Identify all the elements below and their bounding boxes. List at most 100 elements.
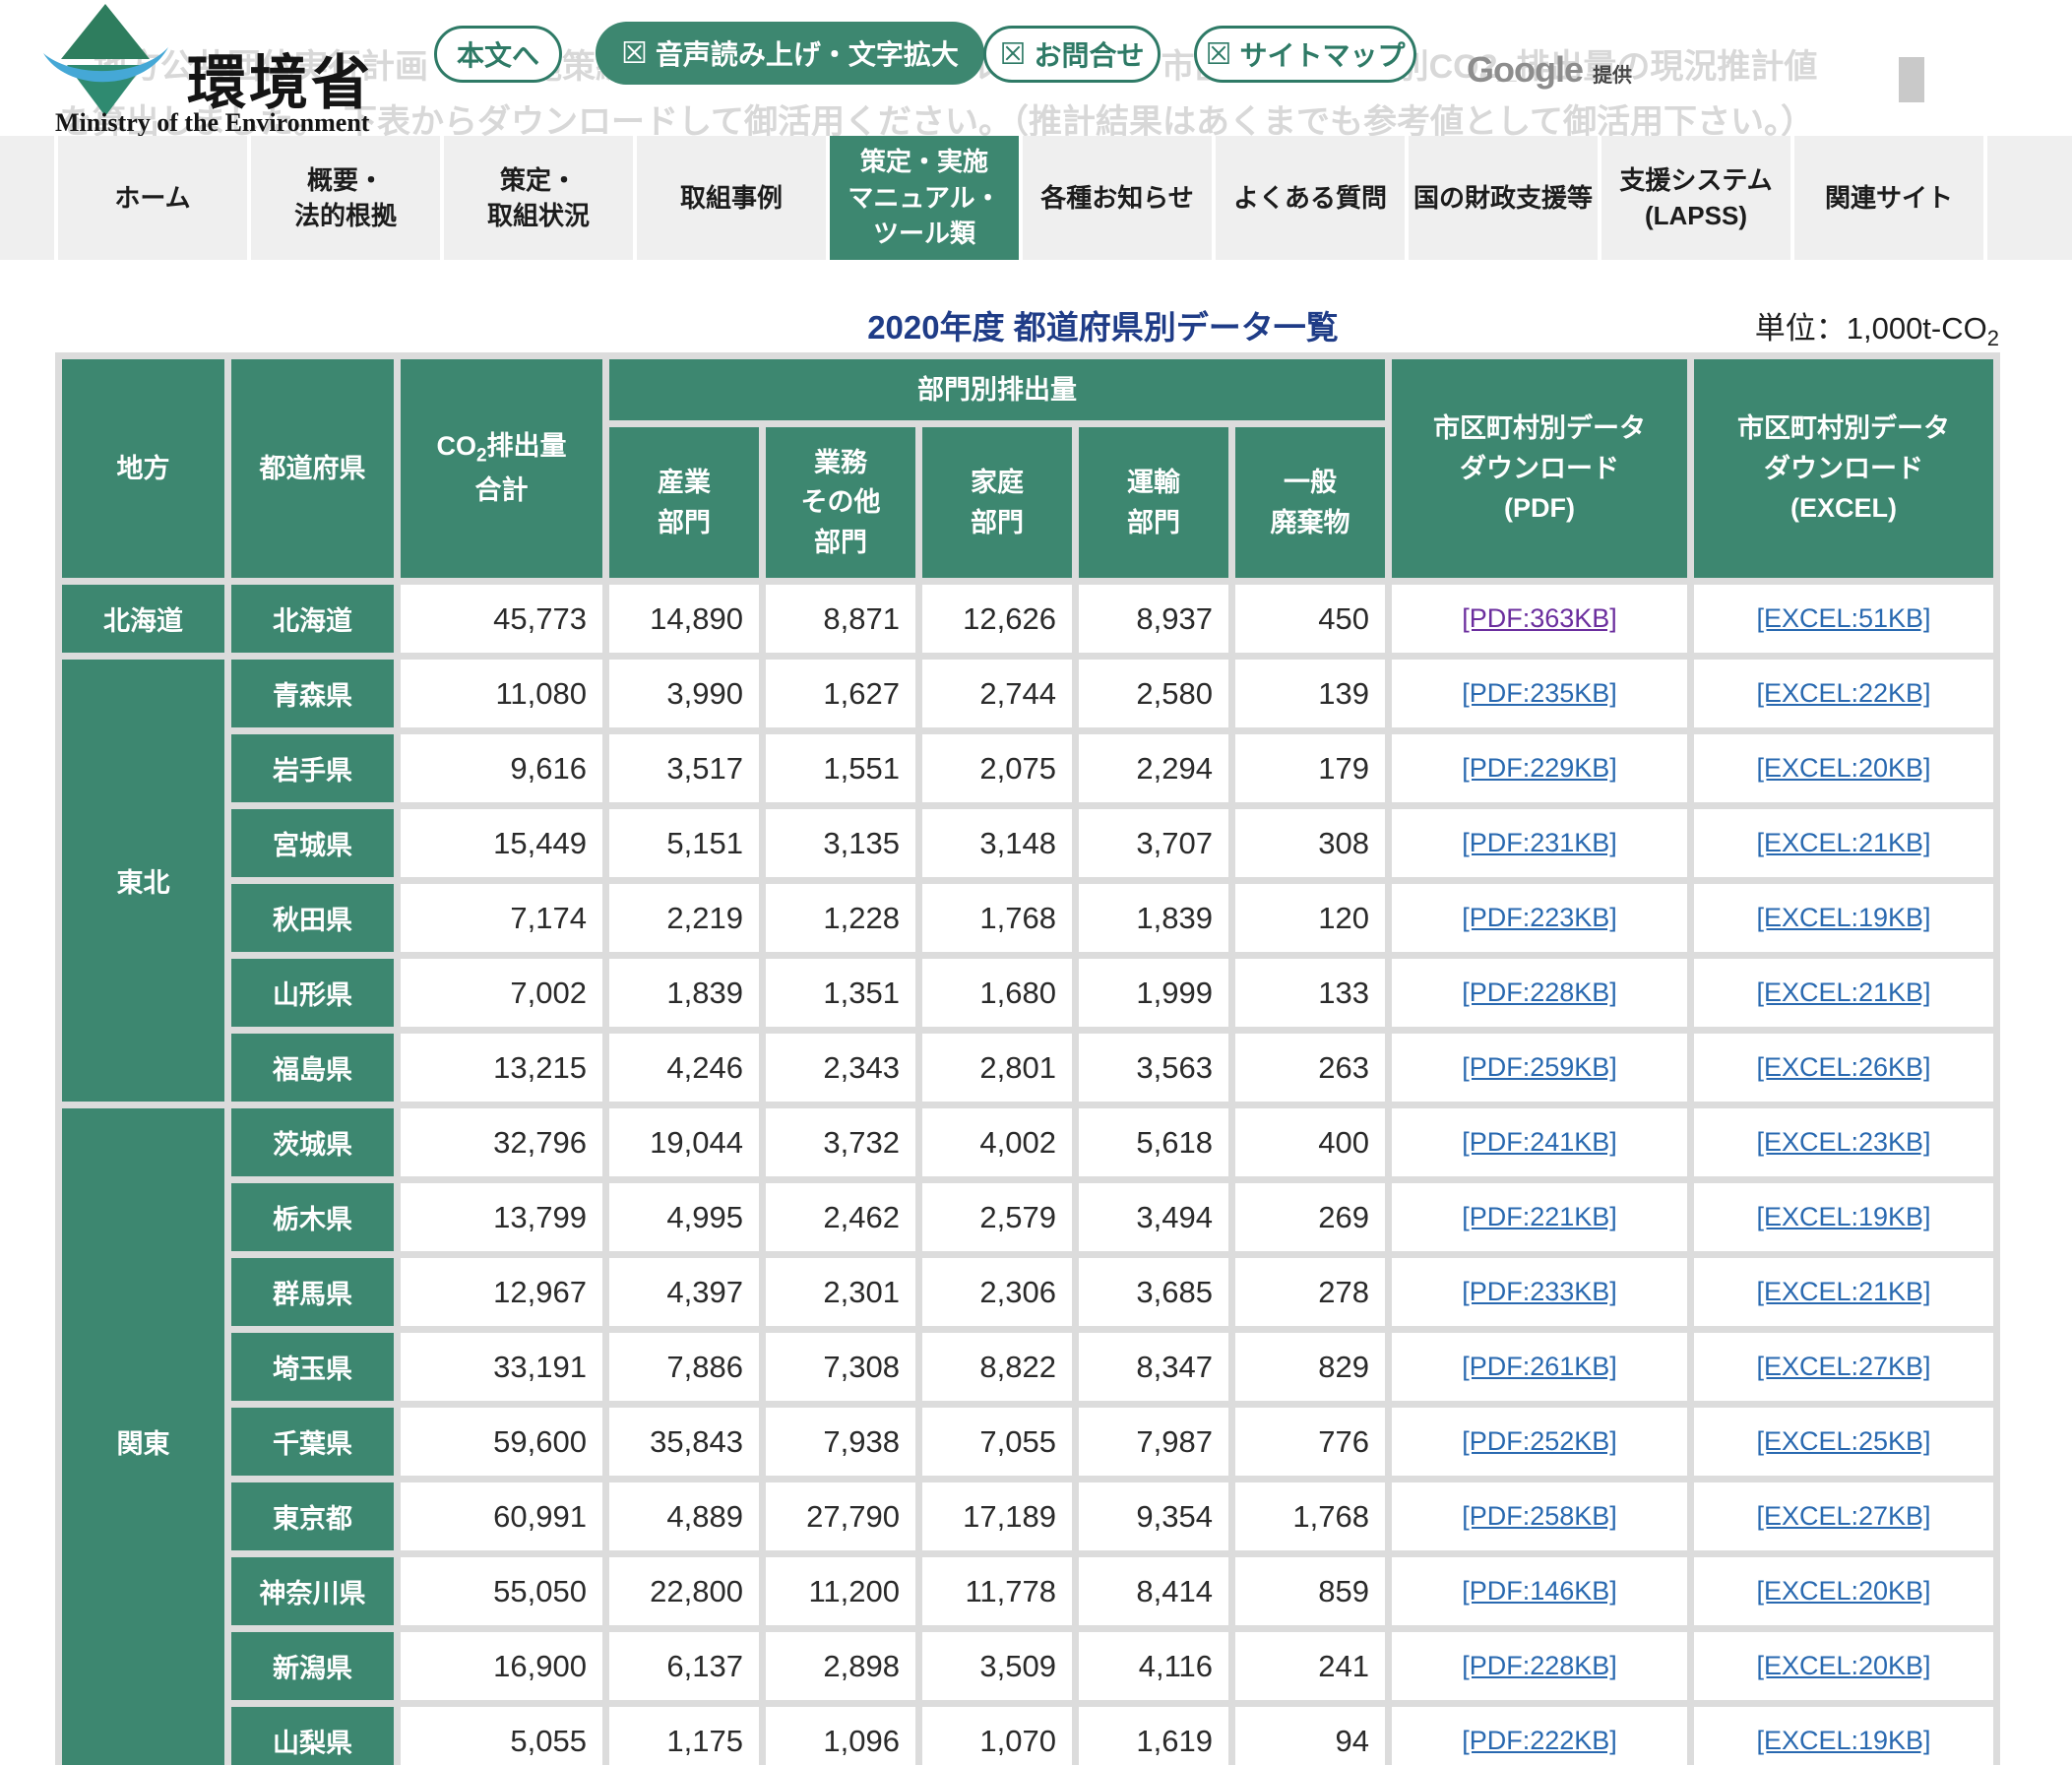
excel-download-link[interactable]: [EXCEL:21KB]: [1756, 1277, 1930, 1306]
pdf-download-link[interactable]: [PDF:223KB]: [1462, 903, 1617, 932]
col-header-sector-3: 家庭 部門: [922, 427, 1072, 578]
industry-value: 1,175: [609, 1707, 759, 1765]
col-header-sector-group: 部門別排出量: [609, 359, 1385, 420]
household-value: 11,778: [922, 1557, 1072, 1625]
excel-download-link[interactable]: [EXCEL:51KB]: [1756, 603, 1930, 633]
waste-value: 241: [1235, 1632, 1385, 1700]
business_other-value: 1,228: [766, 884, 915, 952]
col-header-sector-4: 運輸 部門: [1079, 427, 1228, 578]
table-row: 東北青森県11,0803,9901,6272,7442,580139[PDF:2…: [62, 660, 1993, 727]
table-row: 福島県13,2154,2462,3432,8013,563263[PDF:259…: [62, 1034, 1993, 1102]
table-row: 関東茨城県32,79619,0443,7324,0025,618400[PDF:…: [62, 1108, 1993, 1176]
household-value: 1,070: [922, 1707, 1072, 1765]
nav-item-9[interactable]: 支援システム (LAPSS): [1601, 136, 1790, 260]
prefecture-cell: 岩手県: [231, 734, 394, 802]
prefecture-cell: 宮城県: [231, 809, 394, 877]
pdf-download-link[interactable]: [PDF:221KB]: [1462, 1202, 1617, 1231]
excel-download-link[interactable]: [EXCEL:25KB]: [1756, 1426, 1930, 1456]
business_other-value: 7,938: [766, 1408, 915, 1476]
total-value: 32,796: [401, 1108, 602, 1176]
business_other-value: 27,790: [766, 1482, 915, 1550]
table-row: 新潟県16,9006,1372,8983,5094,116241[PDF:228…: [62, 1632, 1993, 1700]
region-cell: 北海道: [62, 585, 224, 653]
excel-download-link[interactable]: [EXCEL:20KB]: [1756, 753, 1930, 783]
pdf-cell: [PDF:363KB]: [1392, 585, 1687, 653]
waste-value: 400: [1235, 1108, 1385, 1176]
pdf-download-link[interactable]: [PDF:241KB]: [1462, 1127, 1617, 1157]
household-value: 3,148: [922, 809, 1072, 877]
pdf-download-link[interactable]: [PDF:229KB]: [1462, 753, 1617, 783]
nav-right-spacer: [1987, 136, 2072, 260]
transport-value: 8,347: [1079, 1333, 1228, 1401]
sitemap-label: サイトマップ: [1239, 34, 1405, 74]
pdf-cell: [PDF:221KB]: [1392, 1183, 1687, 1251]
prefecture-cell: 茨城県: [231, 1108, 394, 1176]
excel-cell: [EXCEL:20KB]: [1694, 1557, 1993, 1625]
excel-download-link[interactable]: [EXCEL:19KB]: [1756, 1726, 1930, 1755]
pdf-download-link[interactable]: [PDF:261KB]: [1462, 1352, 1617, 1381]
business_other-value: 3,732: [766, 1108, 915, 1176]
unit-label: 単位：1,000t-CO2: [1755, 303, 1999, 351]
col-header-sector-2: 業務 その他 部門: [766, 427, 915, 578]
table-row: 秋田県7,1742,2191,2281,7681,839120[PDF:223K…: [62, 884, 1993, 952]
pdf-download-link[interactable]: [PDF:235KB]: [1462, 678, 1617, 708]
prefecture-cell: 山形県: [231, 959, 394, 1027]
excel-download-link[interactable]: [EXCEL:19KB]: [1756, 903, 1930, 932]
nav-item-1[interactable]: ホーム: [58, 136, 247, 260]
site-header: 地方公共団体実行計画（区域施策編）策定・実施マニュアルに基づき、市区町村の部門別…: [0, 0, 2072, 136]
total-value: 5,055: [401, 1707, 602, 1765]
pdf-download-link[interactable]: [PDF:231KB]: [1462, 828, 1617, 857]
industry-value: 35,843: [609, 1408, 759, 1476]
sitemap-button[interactable]: ☒ サイトマップ: [1194, 26, 1416, 83]
excel-download-link[interactable]: [EXCEL:26KB]: [1756, 1052, 1930, 1082]
contact-button[interactable]: ☒ お問合せ: [983, 26, 1161, 83]
voice-readout-text-zoom-button[interactable]: ☒ 音声読み上げ・文字拡大: [596, 22, 984, 85]
household-value: 1,680: [922, 959, 1072, 1027]
pdf-cell: [PDF:261KB]: [1392, 1333, 1687, 1401]
transport-value: 1,619: [1079, 1707, 1228, 1765]
excel-download-link[interactable]: [EXCEL:21KB]: [1756, 977, 1930, 1007]
prefecture-cell: 新潟県: [231, 1632, 394, 1700]
excel-download-link[interactable]: [EXCEL:21KB]: [1756, 828, 1930, 857]
nav-item-7[interactable]: よくある質問: [1216, 136, 1405, 260]
pdf-download-link[interactable]: [PDF:259KB]: [1462, 1052, 1617, 1082]
pdf-download-link[interactable]: [PDF:222KB]: [1462, 1726, 1617, 1755]
household-value: 8,822: [922, 1333, 1072, 1401]
industry-value: 1,839: [609, 959, 759, 1027]
transport-value: 8,414: [1079, 1557, 1228, 1625]
pdf-download-link[interactable]: [PDF:228KB]: [1462, 1651, 1617, 1680]
pdf-cell: [PDF:229KB]: [1392, 734, 1687, 802]
nav-item-6[interactable]: 各種お知らせ: [1023, 136, 1212, 260]
industry-value: 2,219: [609, 884, 759, 952]
pdf-download-link[interactable]: [PDF:258KB]: [1462, 1501, 1617, 1531]
transport-value: 3,563: [1079, 1034, 1228, 1102]
industry-value: 3,517: [609, 734, 759, 802]
missing-glyph-icon: ☒: [1206, 37, 1232, 72]
skip-to-content-button[interactable]: 本文へ: [434, 26, 562, 83]
excel-download-link[interactable]: [EXCEL:27KB]: [1756, 1352, 1930, 1381]
excel-download-link[interactable]: [EXCEL:20KB]: [1756, 1576, 1930, 1606]
excel-download-link[interactable]: [EXCEL:23KB]: [1756, 1127, 1930, 1157]
pdf-download-link[interactable]: [PDF:146KB]: [1462, 1576, 1617, 1606]
nav-item-2[interactable]: 概要・ 法的根拠: [251, 136, 440, 260]
excel-cell: [EXCEL:21KB]: [1694, 959, 1993, 1027]
prefecture-cell: 山梨県: [231, 1707, 394, 1765]
pdf-download-link[interactable]: [PDF:363KB]: [1462, 603, 1617, 633]
nav-item-3[interactable]: 策定・ 取組状況: [444, 136, 633, 260]
excel-download-link[interactable]: [EXCEL:22KB]: [1756, 678, 1930, 708]
content-header: 2020年度 都道府県別データ一覧 単位：1,000t-CO2: [55, 295, 2003, 350]
pdf-download-link[interactable]: [PDF:252KB]: [1462, 1426, 1617, 1456]
pdf-download-link[interactable]: [PDF:228KB]: [1462, 977, 1617, 1007]
transport-value: 8,937: [1079, 585, 1228, 653]
pdf-download-link[interactable]: [PDF:233KB]: [1462, 1277, 1617, 1306]
col-header-sector-1: 産業 部門: [609, 427, 759, 578]
contact-label: お問合せ: [1034, 34, 1144, 74]
excel-download-link[interactable]: [EXCEL:20KB]: [1756, 1651, 1930, 1680]
excel-download-link[interactable]: [EXCEL:27KB]: [1756, 1501, 1930, 1531]
nav-item-4[interactable]: 取組事例: [637, 136, 826, 260]
nav-item-5[interactable]: 策定・実施 マニュアル・ ツール類: [830, 136, 1019, 260]
nav-item-8[interactable]: 国の財政支援等: [1409, 136, 1598, 260]
nav-item-10[interactable]: 関連サイト: [1794, 136, 1983, 260]
prefecture-cell: 群馬県: [231, 1258, 394, 1326]
excel-download-link[interactable]: [EXCEL:19KB]: [1756, 1202, 1930, 1231]
